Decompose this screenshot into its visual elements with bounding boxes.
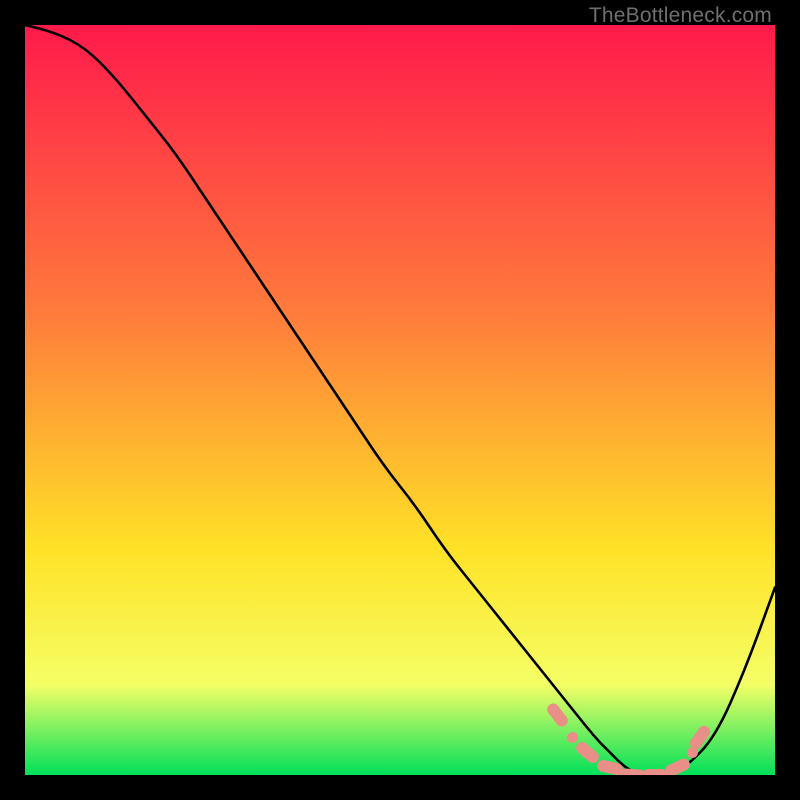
plot-area	[25, 25, 775, 775]
chart-svg	[25, 25, 775, 775]
marker-pill	[642, 769, 668, 775]
chart-root: TheBottleneck.com	[0, 0, 800, 800]
watermark-text: TheBottleneck.com	[589, 4, 772, 28]
marker-dot	[567, 732, 578, 743]
gradient-background	[25, 25, 775, 775]
